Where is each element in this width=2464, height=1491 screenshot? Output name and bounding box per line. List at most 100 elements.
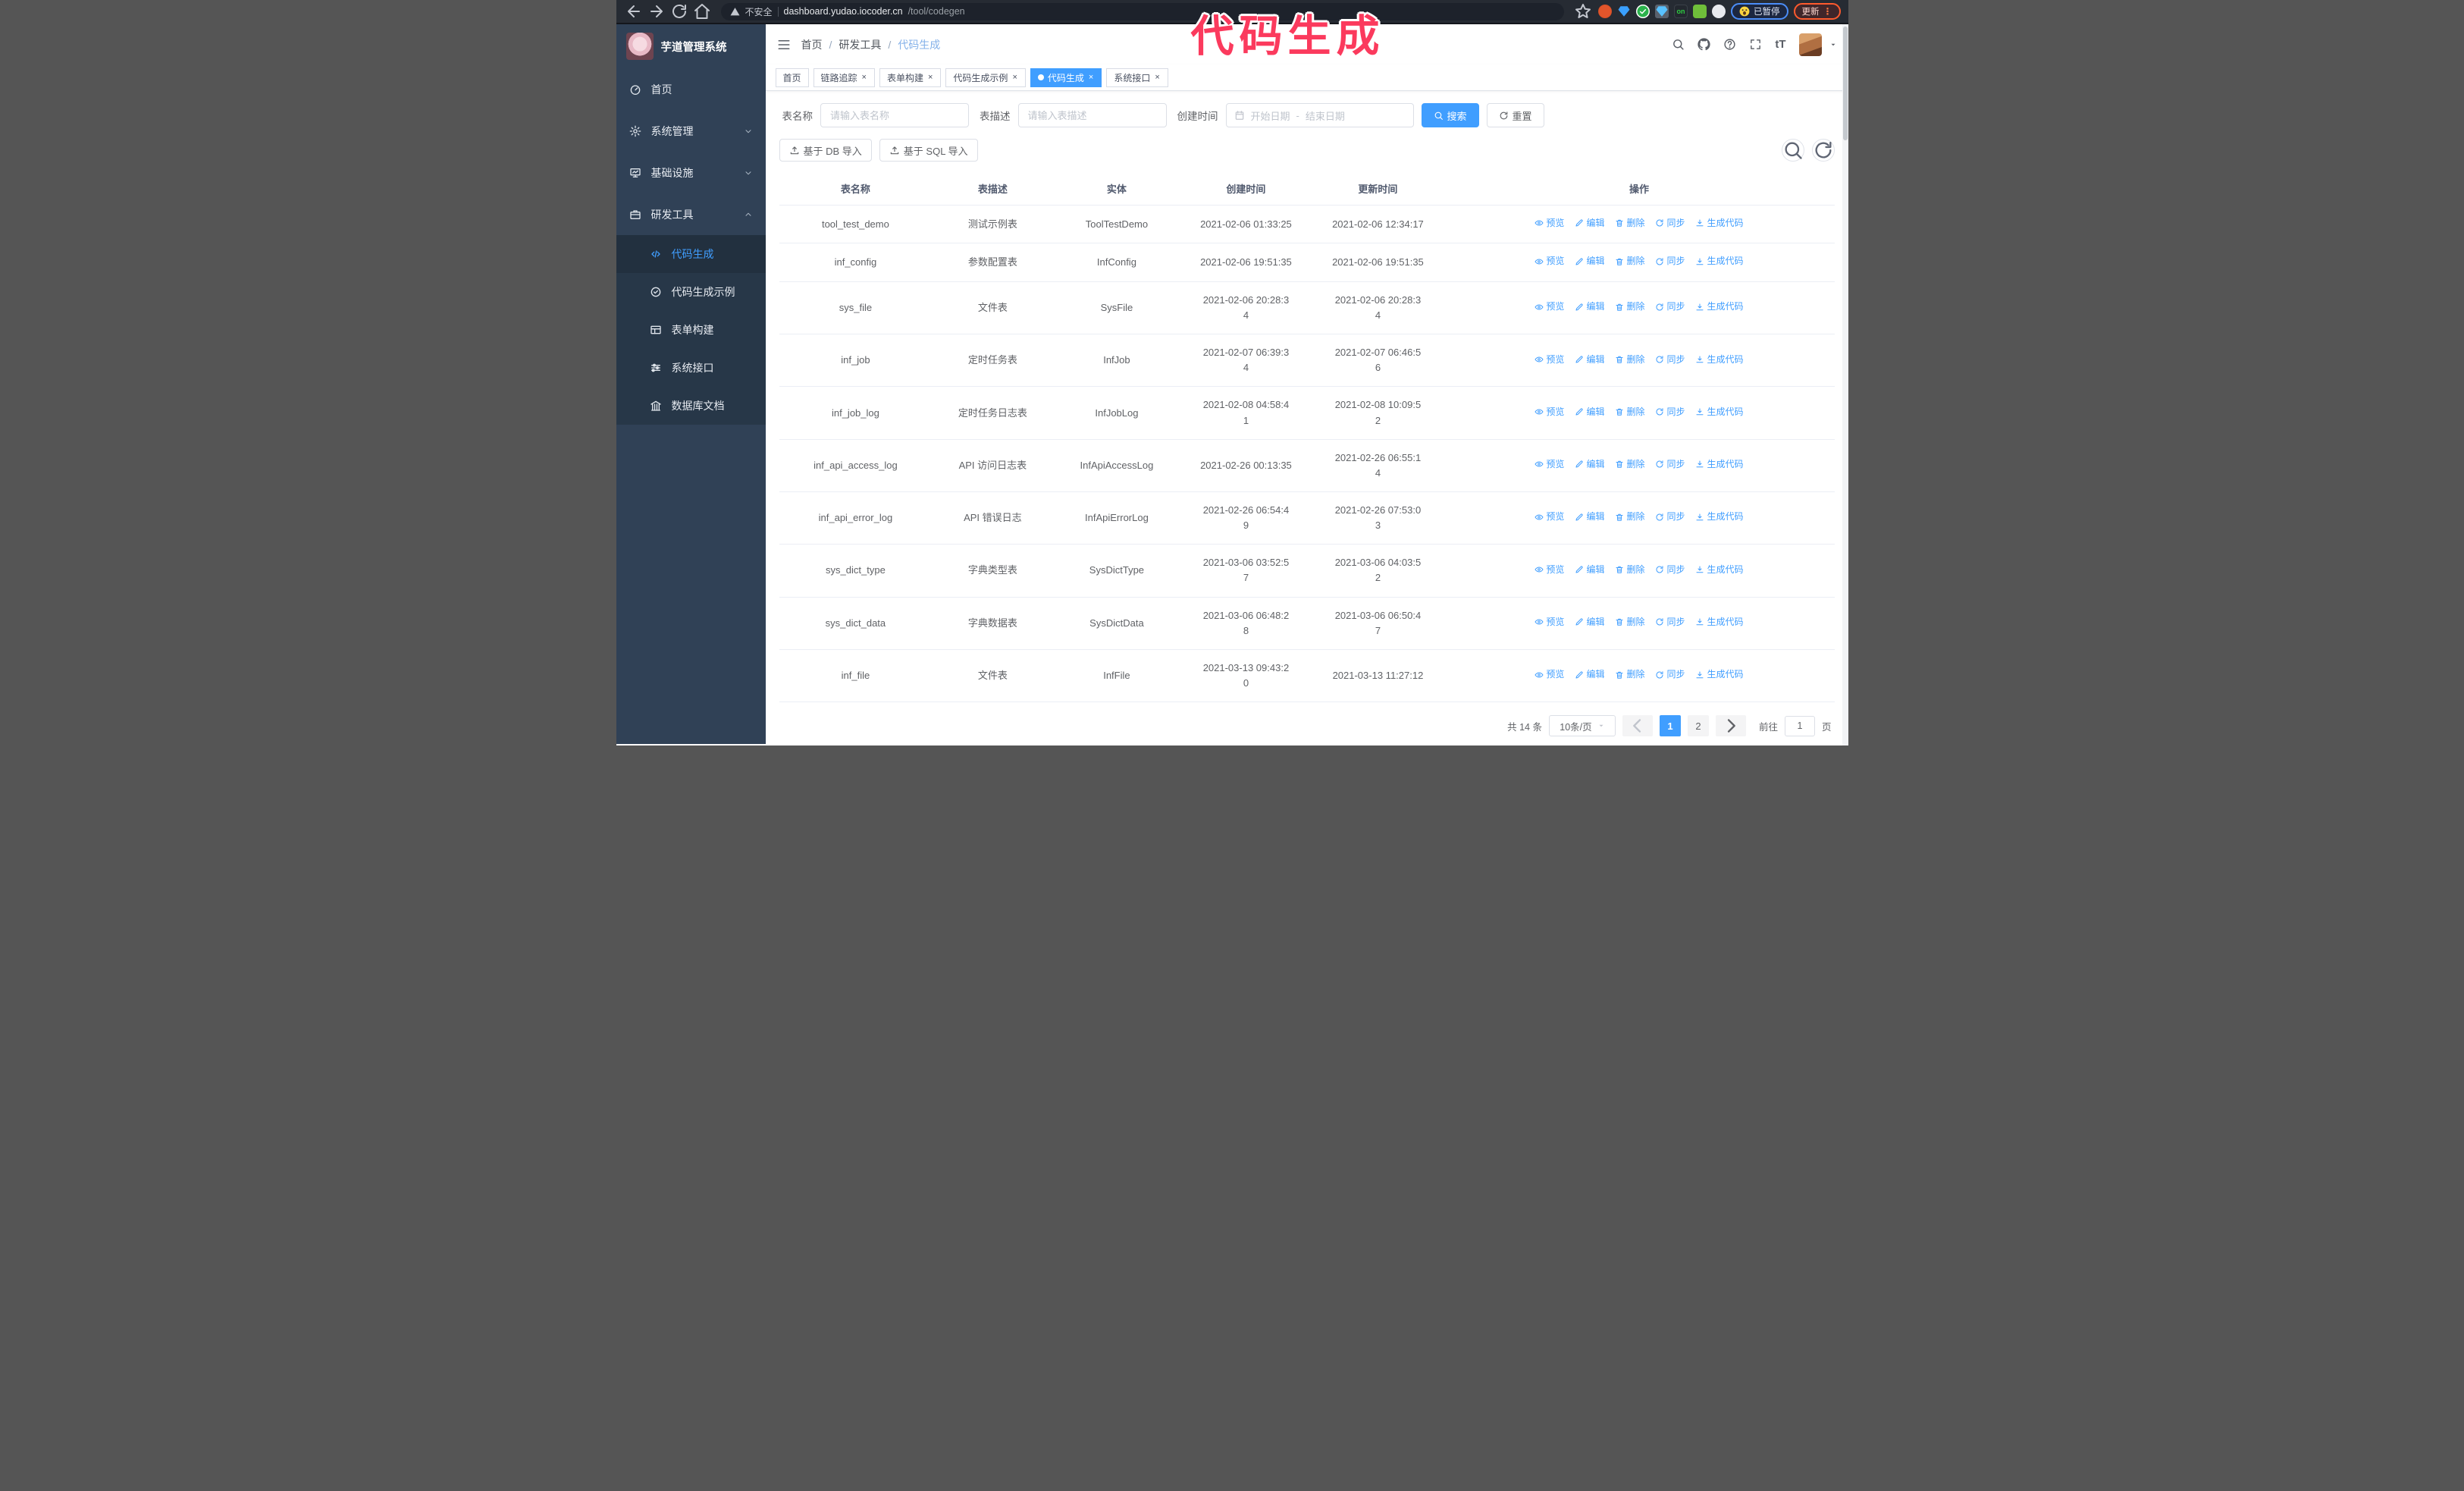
help-icon[interactable] bbox=[1723, 38, 1736, 51]
action-download-link[interactable]: 生成代码 bbox=[1695, 563, 1744, 577]
sidebar-item-codegen-example[interactable]: 代码生成示例 bbox=[616, 273, 766, 311]
action-edit-link[interactable]: 编辑 bbox=[1575, 457, 1604, 472]
close-icon[interactable]: × bbox=[1154, 73, 1160, 83]
action-download-link[interactable]: 生成代码 bbox=[1695, 405, 1744, 419]
action-download-link[interactable]: 生成代码 bbox=[1695, 667, 1744, 682]
search-icon[interactable] bbox=[1672, 38, 1685, 51]
action-eye-link[interactable]: 预览 bbox=[1535, 216, 1564, 231]
action-eye-link[interactable]: 预览 bbox=[1535, 254, 1564, 268]
action-sync-link[interactable]: 同步 bbox=[1655, 405, 1685, 419]
close-icon[interactable]: × bbox=[861, 73, 867, 83]
action-delete-link[interactable]: 删除 bbox=[1615, 405, 1644, 419]
sidebar-item-system-management[interactable]: 系统管理 bbox=[616, 110, 766, 152]
sql-import-button[interactable]: 基于 SQL 导入 bbox=[879, 139, 978, 162]
action-eye-link[interactable]: 预览 bbox=[1535, 563, 1564, 577]
action-delete-link[interactable]: 删除 bbox=[1615, 457, 1644, 472]
sidebar-item-db-doc[interactable]: 数据库文档 bbox=[616, 387, 766, 425]
goto-page-input[interactable] bbox=[1784, 715, 1815, 736]
action-download-link[interactable]: 生成代码 bbox=[1695, 216, 1744, 231]
next-page-button[interactable] bbox=[1715, 715, 1746, 737]
scrollbar-thumb[interactable] bbox=[1842, 27, 1848, 140]
breadcrumb-item[interactable]: 研发工具 bbox=[839, 37, 881, 52]
action-eye-link[interactable]: 预览 bbox=[1535, 667, 1564, 682]
action-download-link[interactable]: 生成代码 bbox=[1695, 510, 1744, 524]
tab-tracer[interactable]: 链路追踪 × bbox=[813, 67, 875, 87]
action-download-link[interactable]: 生成代码 bbox=[1695, 300, 1744, 314]
toggle-search-button[interactable] bbox=[1781, 139, 1804, 162]
tab-form-builder[interactable]: 表单构建 × bbox=[879, 67, 942, 87]
action-download-link[interactable]: 生成代码 bbox=[1695, 254, 1744, 268]
page-button-1[interactable]: 1 bbox=[1659, 715, 1681, 737]
action-delete-link[interactable]: 删除 bbox=[1615, 216, 1644, 231]
url-bar[interactable]: 不安全 dashboard.yudao.iocoder.cn /tool/cod… bbox=[720, 2, 1564, 20]
table-name-input[interactable] bbox=[820, 103, 969, 127]
close-icon[interactable]: × bbox=[927, 73, 933, 83]
action-edit-link[interactable]: 编辑 bbox=[1575, 510, 1604, 524]
action-delete-link[interactable]: 删除 bbox=[1615, 563, 1644, 577]
forward-icon[interactable] bbox=[647, 2, 666, 20]
action-edit-link[interactable]: 编辑 bbox=[1575, 300, 1604, 314]
tab-home[interactable]: 首页 bbox=[775, 67, 809, 87]
action-edit-link[interactable]: 编辑 bbox=[1575, 353, 1604, 367]
action-download-link[interactable]: 生成代码 bbox=[1695, 615, 1744, 629]
action-eye-link[interactable]: 预览 bbox=[1535, 353, 1564, 367]
avatar[interactable] bbox=[1798, 33, 1822, 56]
action-sync-link[interactable]: 同步 bbox=[1655, 563, 1685, 577]
action-edit-link[interactable]: 编辑 bbox=[1575, 563, 1604, 577]
action-delete-link[interactable]: 删除 bbox=[1615, 615, 1644, 629]
action-eye-link[interactable]: 预览 bbox=[1535, 300, 1564, 314]
action-edit-link[interactable]: 编辑 bbox=[1575, 667, 1604, 682]
action-edit-link[interactable]: 编辑 bbox=[1575, 615, 1604, 629]
tab-codegen-example[interactable]: 代码生成示例 × bbox=[945, 67, 1026, 87]
sidebar-item-infrastructure[interactable]: 基础设施 bbox=[616, 152, 766, 193]
action-eye-link[interactable]: 预览 bbox=[1535, 510, 1564, 524]
action-edit-link[interactable]: 编辑 bbox=[1575, 405, 1604, 419]
close-icon[interactable]: × bbox=[1011, 73, 1017, 83]
action-sync-link[interactable]: 同步 bbox=[1655, 300, 1685, 314]
prev-page-button[interactable] bbox=[1622, 715, 1653, 737]
extension-grid-icon[interactable] bbox=[1655, 5, 1669, 18]
sidebar-item-codegen[interactable]: 代码生成 bbox=[616, 235, 766, 273]
extension-monkey-icon[interactable] bbox=[1693, 5, 1707, 18]
kebab-menu-icon[interactable]: ⋮ bbox=[1823, 6, 1832, 17]
action-delete-link[interactable]: 删除 bbox=[1615, 300, 1644, 314]
action-delete-link[interactable]: 删除 bbox=[1615, 254, 1644, 268]
fullscreen-icon[interactable] bbox=[1749, 38, 1762, 51]
close-icon[interactable]: × bbox=[1088, 73, 1094, 83]
back-icon[interactable] bbox=[624, 2, 644, 20]
action-eye-link[interactable]: 预览 bbox=[1535, 457, 1564, 472]
action-sync-link[interactable]: 同步 bbox=[1655, 254, 1685, 268]
action-sync-link[interactable]: 同步 bbox=[1655, 615, 1685, 629]
refresh-table-button[interactable] bbox=[1811, 139, 1835, 162]
end-date-placeholder[interactable]: 结束日期 bbox=[1306, 108, 1345, 123]
github-icon[interactable] bbox=[1698, 38, 1710, 51]
search-button[interactable]: 搜索 bbox=[1421, 103, 1479, 127]
update-badge[interactable]: 更新 ⋮ bbox=[1793, 3, 1841, 20]
action-download-link[interactable]: 生成代码 bbox=[1695, 353, 1744, 367]
action-edit-link[interactable]: 编辑 bbox=[1575, 216, 1604, 231]
action-delete-link[interactable]: 删除 bbox=[1615, 353, 1644, 367]
breadcrumb-item[interactable]: 首页 bbox=[801, 37, 823, 52]
bookmark-star-icon[interactable] bbox=[1573, 2, 1593, 20]
extension-gem-icon[interactable] bbox=[1617, 5, 1631, 18]
reload-icon[interactable] bbox=[669, 2, 689, 20]
action-delete-link[interactable]: 删除 bbox=[1615, 667, 1644, 682]
font-size-icon[interactable]: tT bbox=[1775, 38, 1785, 51]
paused-badge[interactable]: 已暂停 bbox=[1731, 3, 1788, 20]
extension-paw-icon[interactable] bbox=[1712, 5, 1726, 18]
sidebar-item-system-api[interactable]: 系统接口 bbox=[616, 349, 766, 387]
extension-green-check-icon[interactable] bbox=[1636, 5, 1650, 18]
page-button-2[interactable]: 2 bbox=[1687, 715, 1709, 737]
start-date-placeholder[interactable]: 开始日期 bbox=[1251, 108, 1290, 123]
action-edit-link[interactable]: 编辑 bbox=[1575, 254, 1604, 268]
sidebar-item-form-builder[interactable]: 表单构建 bbox=[616, 311, 766, 349]
action-download-link[interactable]: 生成代码 bbox=[1695, 457, 1744, 472]
action-sync-link[interactable]: 同步 bbox=[1655, 353, 1685, 367]
extension-on-icon[interactable]: on bbox=[1674, 5, 1688, 18]
reset-button[interactable]: 重置 bbox=[1486, 103, 1544, 127]
table-desc-input[interactable] bbox=[1017, 103, 1167, 127]
action-sync-link[interactable]: 同步 bbox=[1655, 510, 1685, 524]
hamburger-icon[interactable] bbox=[777, 38, 791, 52]
action-sync-link[interactable]: 同步 bbox=[1655, 667, 1685, 682]
date-range-picker[interactable]: 开始日期 - 结束日期 bbox=[1225, 103, 1414, 127]
